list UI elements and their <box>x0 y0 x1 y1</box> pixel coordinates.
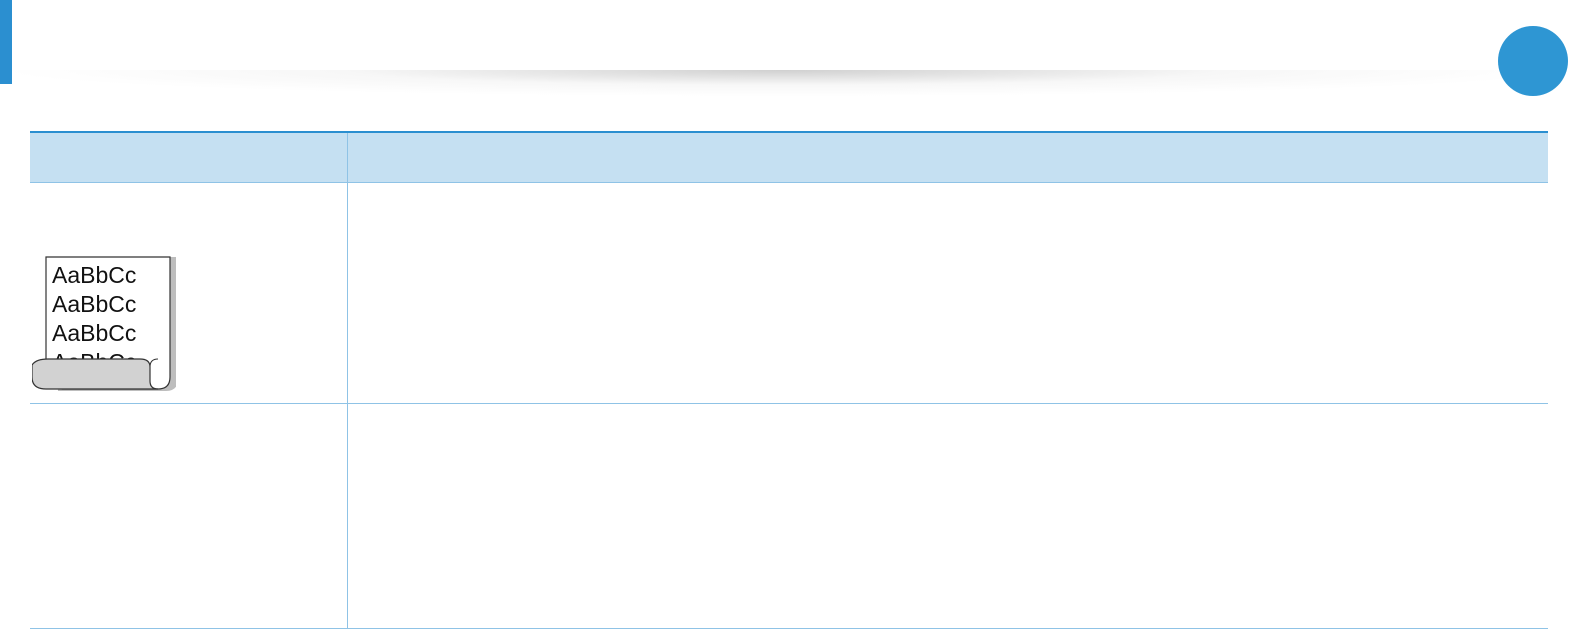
description-cell <box>348 404 1548 628</box>
curled-paper-sample-icon: AaBbCc AaBbCc AaBbCc AaBbCc <box>32 256 176 391</box>
table-row: AaBbCc AaBbCc AaBbCc AaBbCc <box>30 183 1548 404</box>
column-header-condition <box>30 133 348 182</box>
column-header-solution <box>348 133 1548 182</box>
sample-text-line-1: AaBbCc <box>52 262 136 288</box>
table-header-row <box>30 133 1548 183</box>
header-accent-bar <box>0 0 12 84</box>
description-cell <box>348 183 1548 403</box>
condition-cell: AaBbCc AaBbCc AaBbCc AaBbCc <box>30 183 348 403</box>
header-divider-shadow <box>12 70 1552 96</box>
sample-text-line-2: AaBbCc <box>52 291 136 317</box>
troubleshooting-table: AaBbCc AaBbCc AaBbCc AaBbCc <box>30 131 1548 629</box>
condition-cell <box>30 404 348 628</box>
page-number-badge <box>1498 26 1568 96</box>
sample-text-line-3: AaBbCc <box>52 320 136 346</box>
table-row <box>30 404 1548 629</box>
